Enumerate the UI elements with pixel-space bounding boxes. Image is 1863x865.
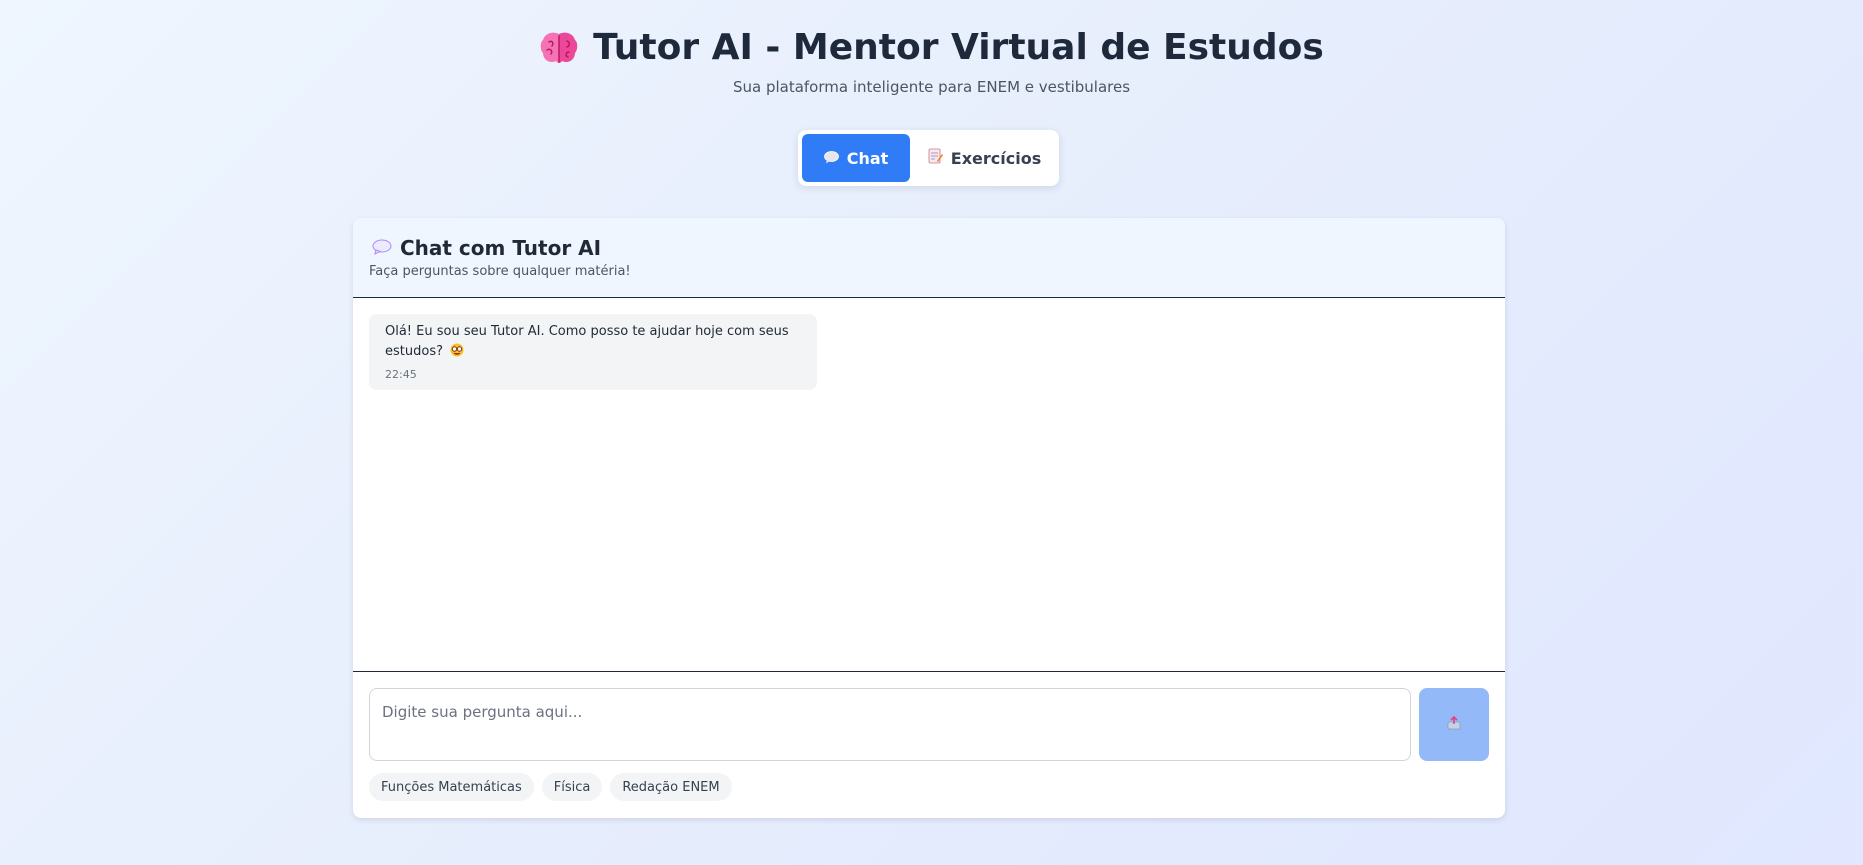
nerd-face-icon (450, 343, 464, 364)
message-timestamp: 22:45 (385, 368, 417, 381)
message-text: Olá! Eu sou seu Tutor AI. Como posso te … (385, 322, 801, 364)
suggestion-chip-funcoes[interactable]: Funções Matemáticas (369, 773, 534, 801)
tab-exercicios-label: Exercícios (950, 148, 1042, 168)
memo-icon (928, 148, 943, 168)
page-title-text: Tutor AI - Mentor Virtual de Estudos (593, 27, 1324, 68)
input-row (369, 688, 1489, 761)
suggestion-chip-fisica[interactable]: Física (541, 773, 603, 801)
tab-bar: Chat Exercícios (798, 130, 1059, 186)
composer: Funções Matemáticas Física Redação ENEM (353, 672, 1505, 801)
chat-title: Chat com Tutor AI (372, 236, 1489, 260)
page-subtitle: Sua plataforma inteligente para ENEM e v… (732, 78, 1131, 96)
tab-exercicios[interactable]: Exercícios (914, 134, 1055, 182)
message-list[interactable]: Olá! Eu sou seu Tutor AI. Como posso te … (353, 298, 1505, 672)
suggestion-chip-redacao[interactable]: Redação ENEM (610, 773, 732, 801)
send-button[interactable] (1419, 688, 1489, 761)
speech-bubble-icon (372, 236, 392, 260)
tab-chat[interactable]: Chat (802, 134, 910, 182)
page-header: Tutor AI - Mentor Virtual de Estudos Sua… (0, 24, 1863, 97)
brain-icon (539, 30, 579, 66)
question-input[interactable] (369, 688, 1411, 761)
assistant-message: Olá! Eu sou seu Tutor AI. Como posso te … (369, 314, 817, 390)
outbox-tray-icon (1446, 715, 1462, 734)
chat-subtitle: Faça perguntas sobre qualquer matéria! (369, 264, 631, 279)
chat-header: Chat com Tutor AI Faça perguntas sobre q… (353, 218, 1505, 298)
page-title: Tutor AI - Mentor Virtual de Estudos (539, 24, 1324, 72)
speech-bubble-icon (823, 149, 839, 168)
suggestion-chips: Funções Matemáticas Física Redação ENEM (369, 773, 1489, 801)
chat-title-text: Chat com Tutor AI (400, 236, 602, 260)
tab-chat-label: Chat (846, 148, 889, 168)
chat-card: Chat com Tutor AI Faça perguntas sobre q… (353, 218, 1505, 818)
